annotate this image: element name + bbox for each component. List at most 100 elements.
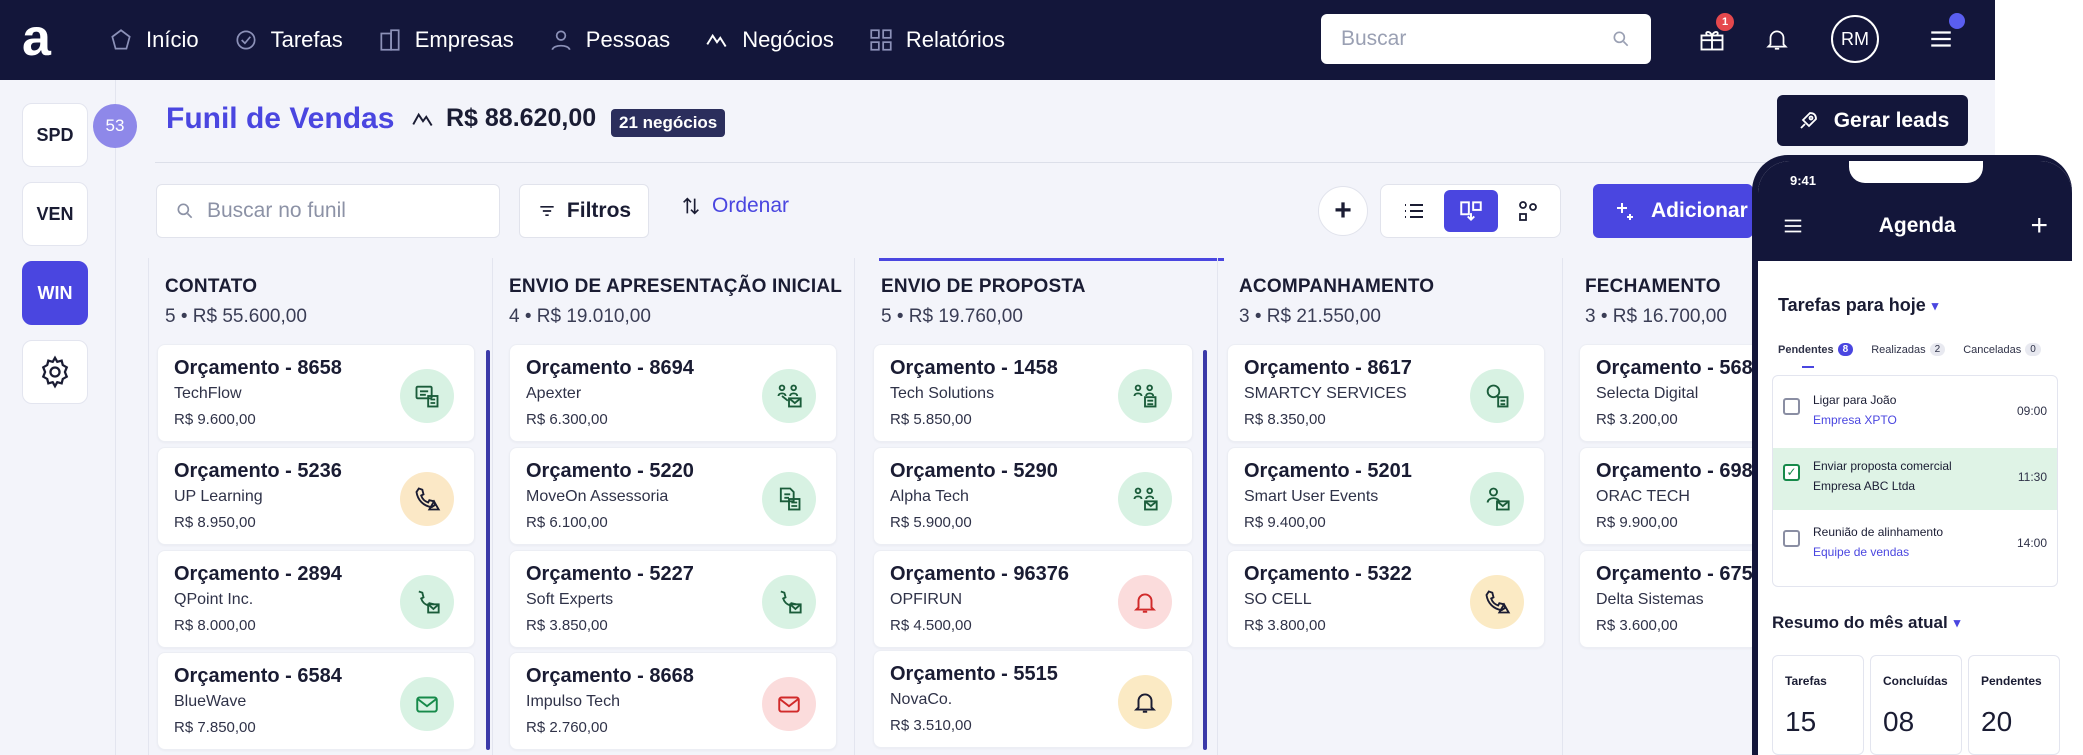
deal-card[interactable]: Orçamento - 8658 TechFlow R$ 9.600,00 (157, 344, 475, 442)
reports-icon (870, 29, 892, 51)
deal-title: Orçamento - 5220 (526, 460, 694, 482)
home-icon (111, 29, 131, 50)
task-item[interactable]: ✓ Enviar proposta comercial Empresa ABC … (1773, 448, 2057, 510)
logo[interactable]: a (22, 12, 62, 64)
mail-icon[interactable] (762, 677, 816, 731)
bell-icon[interactable] (1118, 575, 1172, 629)
stage-count: 5 (881, 306, 892, 327)
status-time: 9:41 (1790, 173, 1817, 188)
tab-underline (1802, 366, 1814, 368)
nav-item-empresas[interactable]: Empresas (377, 27, 514, 53)
column-scrollbar[interactable] (1203, 350, 1207, 750)
menu-icon[interactable] (1782, 215, 1804, 237)
deal-value: R$ 6.100,00 (526, 514, 608, 531)
order-button[interactable]: Ordenar (680, 194, 789, 218)
today-tasks-title[interactable]: Tarefas para hoje ▾ (1778, 295, 1938, 316)
deal-value: R$ 3.800,00 (1244, 617, 1326, 634)
stat-card: Concluídas 08 (1870, 655, 1962, 755)
deal-card[interactable]: Orçamento - 5290 Alpha Tech R$ 5.900,00 (873, 447, 1193, 545)
deal-value: R$ 9.400,00 (1244, 514, 1326, 531)
quick-add-button[interactable]: + (1318, 186, 1368, 236)
deal-title: Orçamento - 96376 (890, 563, 1069, 585)
meeting-mail-icon[interactable] (762, 369, 816, 423)
deal-title: Orçamento - 5322 (1244, 563, 1412, 585)
deal-card[interactable]: Orçamento - 8617 SMARTCY SERVICES R$ 8.3… (1227, 344, 1545, 442)
deal-value: R$ 9.900,00 (1596, 514, 1678, 531)
phone-warning-icon[interactable] (1470, 575, 1524, 629)
avatar[interactable]: RM (1831, 15, 1879, 63)
nav-item-inicio[interactable]: Início (108, 27, 199, 53)
deal-card[interactable]: Orçamento - 2894 QPoint Inc. R$ 8.000,00 (157, 550, 475, 648)
deal-card[interactable]: Orçamento - 5220 MoveOn Assessoria R$ 6.… (509, 447, 837, 545)
nav-item-tarefas[interactable]: Tarefas (233, 27, 343, 53)
task-subtitle: Empresa XPTO (1813, 413, 1897, 427)
search-document-icon[interactable] (1470, 369, 1524, 423)
generate-leads-button[interactable]: Gerar leads (1777, 95, 1968, 146)
bell-icon[interactable] (1118, 675, 1172, 729)
document-icon[interactable] (762, 472, 816, 526)
deal-title: Orçamento - 5236 (174, 460, 342, 482)
flow-view-button[interactable] (1501, 190, 1555, 232)
nav-item-relatorios[interactable]: Relatórios (868, 27, 1005, 53)
meeting-mail-icon[interactable] (1118, 472, 1172, 526)
deal-card[interactable]: Orçamento - 1458 Tech Solutions R$ 5.850… (873, 344, 1193, 442)
column-scrollbar[interactable] (486, 350, 490, 750)
nav-item-pessoas[interactable]: Pessoas (548, 27, 670, 53)
task-checkbox[interactable] (1783, 398, 1800, 415)
deal-card[interactable]: Orçamento - 96376 OPFIRUN R$ 4.500,00 (873, 550, 1193, 648)
deal-title: Orçamento - 568 (1596, 357, 1753, 379)
pipeline-total: R$ 88.620,00 (410, 104, 596, 133)
global-search-input[interactable]: Buscar (1321, 14, 1651, 64)
sidebar-item-ven[interactable]: VEN (22, 182, 88, 246)
month-summary-title[interactable]: Resumo do mês atual ▾ (1772, 613, 1960, 633)
deal-card[interactable]: Orçamento - 5227 Soft Experts R$ 3.850,0… (509, 550, 837, 648)
nav-label: Início (146, 27, 199, 52)
add-icon[interactable]: + (2030, 211, 2048, 241)
deal-card[interactable]: Orçamento - 6584 BlueWave R$ 7.850,00 (157, 652, 475, 750)
stage-active-indicator (879, 258, 1224, 261)
task-item[interactable]: Reunião de alinhamento Equipe de vendas … (1773, 514, 2057, 576)
nav-item-negocios[interactable]: Negócios (704, 27, 834, 53)
tab-canceladas[interactable]: Canceladas 0 (1963, 343, 2041, 356)
deal-value: R$ 3.510,00 (890, 717, 972, 734)
add-deal-button[interactable]: Adicionar (1593, 184, 1753, 238)
stat-value: 20 (1981, 706, 2013, 737)
meeting-document-icon[interactable] (1118, 369, 1172, 423)
mail-icon[interactable] (400, 677, 454, 731)
sidebar-item-win[interactable]: WIN (22, 261, 88, 325)
sidebar-item-spd[interactable]: SPD (22, 103, 88, 167)
tab-pendentes[interactable]: Pendentes 8 (1778, 343, 1854, 356)
phone-warning-icon[interactable] (400, 472, 454, 526)
stat-label: Concluídas (1883, 674, 1948, 688)
funnel-search-input[interactable]: Buscar no funil (156, 184, 500, 238)
chat-document-icon[interactable] (400, 369, 454, 423)
task-item[interactable]: Ligar para João Empresa XPTO 09:00 (1773, 382, 2057, 444)
deal-title: Orçamento - 1458 (890, 357, 1058, 379)
phone-mail-icon[interactable] (400, 575, 454, 629)
settings-button[interactable] (22, 340, 88, 404)
deal-value: R$ 3.200,00 (1596, 411, 1678, 428)
list-view-button[interactable] (1387, 190, 1441, 232)
bell-icon[interactable] (1758, 20, 1796, 58)
deal-card[interactable]: Orçamento - 5322 SO CELL R$ 3.800,00 (1227, 550, 1545, 648)
deal-value: R$ 3.850,00 (526, 617, 608, 634)
task-checkbox-checked[interactable]: ✓ (1783, 464, 1800, 481)
board-view-button[interactable] (1443, 190, 1498, 232)
tab-realizadas[interactable]: Realizadas 2 (1871, 343, 1946, 356)
task-subtitle: Equipe de vendas (1813, 545, 1910, 559)
task-checkbox[interactable] (1783, 530, 1800, 547)
nav-label: Pessoas (585, 27, 671, 52)
nav-label: Empresas (414, 27, 514, 52)
deal-card[interactable]: Orçamento - 8694 Apexter R$ 6.300,00 (509, 344, 837, 442)
deal-card[interactable]: Orçamento - 8668 Impulso Tech R$ 2.760,0… (509, 652, 837, 750)
search-placeholder: Buscar (1341, 27, 1407, 50)
deal-card[interactable]: Orçamento - 5515 NovaCo. R$ 3.510,00 (873, 650, 1193, 748)
phone-mail-icon[interactable] (762, 575, 816, 629)
stage-summary: 4 • R$ 19.010,00 (509, 306, 651, 327)
deal-card[interactable]: Orçamento - 5201 Smart User Events R$ 9.… (1227, 447, 1545, 545)
order-label: Ordenar (712, 194, 790, 217)
deal-value: R$ 7.850,00 (174, 719, 256, 736)
filters-button[interactable]: Filtros (519, 184, 649, 238)
person-mail-icon[interactable] (1470, 472, 1524, 526)
deal-card[interactable]: Orçamento - 5236 UP Learning R$ 8.950,00 (157, 447, 475, 545)
